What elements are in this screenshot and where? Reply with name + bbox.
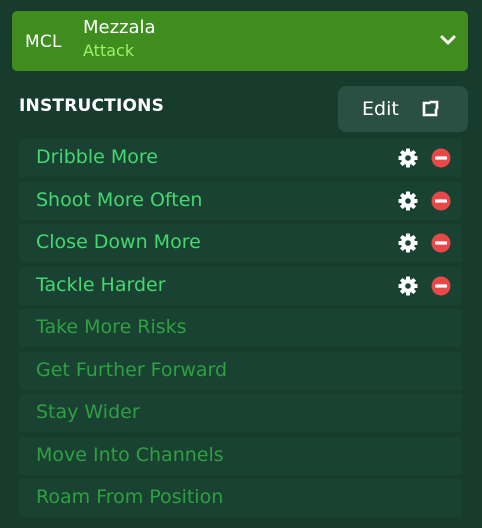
instructions-heading: INSTRUCTIONS — [19, 96, 165, 116]
expand-icon — [422, 100, 439, 117]
instruction-label: Shoot More Often — [36, 188, 203, 211]
role-duty: Attack — [83, 41, 135, 60]
instruction-list: Dribble More Shoot More Often Close Down M… — [19, 139, 462, 522]
instruction-label: Tackle Harder — [36, 273, 166, 296]
gear-icon[interactable] — [398, 233, 418, 253]
instruction-row[interactable]: Shoot More Often — [19, 181, 462, 220]
instruction-label: Stay Wider — [36, 401, 140, 423]
instruction-label: Get Further Forward — [36, 358, 228, 381]
remove-icon[interactable] — [431, 148, 451, 168]
gear-icon[interactable] — [398, 191, 418, 211]
instruction-row[interactable]: Move Into Channels — [19, 436, 462, 475]
chevron-down-icon[interactable] — [439, 33, 457, 47]
instruction-label: Close Down More — [36, 231, 201, 253]
instruction-row[interactable]: Get Further Forward — [19, 351, 462, 390]
instruction-row[interactable]: Close Down More — [19, 224, 462, 262]
gear-icon[interactable] — [398, 148, 418, 168]
instruction-row[interactable]: Take More Risks — [19, 309, 462, 347]
gear-icon[interactable] — [398, 276, 418, 296]
instruction-label: Take More Risks — [36, 316, 187, 338]
role-name: Mezzala — [83, 17, 156, 38]
edit-button-label: Edit — [362, 98, 399, 120]
role-selector[interactable]: MCL Mezzala Attack — [12, 11, 468, 71]
edit-instructions-button[interactable]: Edit — [338, 86, 468, 132]
instruction-label: Dribble More — [36, 146, 158, 168]
instruction-row[interactable]: Dribble More — [19, 139, 462, 177]
instruction-row[interactable]: Tackle Harder — [19, 266, 462, 305]
remove-icon[interactable] — [431, 276, 451, 296]
instruction-label: Roam From Position — [36, 486, 224, 508]
remove-icon[interactable] — [431, 233, 451, 253]
position-label: MCL — [25, 32, 62, 52]
instruction-row[interactable]: Stay Wider — [19, 394, 462, 432]
instruction-label: Move Into Channels — [36, 443, 224, 466]
remove-icon[interactable] — [431, 191, 451, 211]
instruction-row[interactable]: Roam From Position — [19, 479, 462, 517]
